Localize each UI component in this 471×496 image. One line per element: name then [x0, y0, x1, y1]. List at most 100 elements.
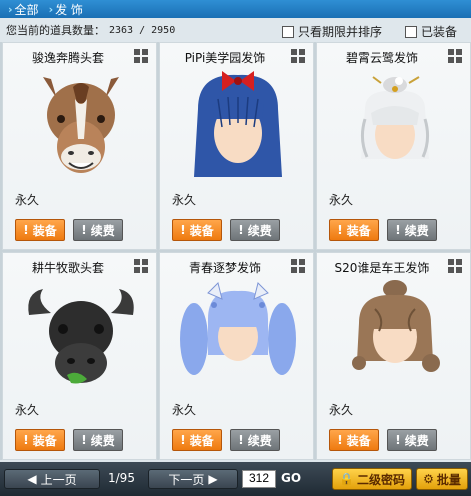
- item-grid: 骏逸奔腾头套 永久 ! 装备 ! 续费 PiPi美学园发饰 永久 ! 装备 ! …: [0, 42, 471, 460]
- details-grid-icon[interactable]: [448, 49, 462, 63]
- details-grid-icon[interactable]: [134, 49, 148, 63]
- exclamation-icon: !: [23, 433, 29, 447]
- filter-expiring-label: 只看期限并排序: [298, 25, 383, 39]
- tab-hair-accessory[interactable]: › 发 饰: [49, 1, 83, 18]
- item-duration: 永久: [15, 403, 40, 417]
- category-tabs: › 全部 › 发 饰: [0, 0, 471, 18]
- white-hair-crane-image: [360, 76, 430, 159]
- details-grid-icon[interactable]: [291, 259, 305, 273]
- tab-label: 全部: [14, 2, 39, 17]
- item-duration: 永久: [15, 193, 40, 207]
- equip-button[interactable]: ! 装备: [15, 429, 65, 451]
- pagination-bar: ◀ 上一页 1/95 下一页 ▶ 312 GO 🔒 二级密码 ⚙ 批量: [0, 462, 471, 496]
- item-card[interactable]: 碧霄云鹭发饰 永久 ! 装备 ! 续费: [316, 42, 471, 250]
- tab-all[interactable]: › 全部: [8, 1, 39, 18]
- item-name: 耕牛牧歌头套: [31, 261, 104, 275]
- filter-equipped-checkbox[interactable]: [405, 25, 417, 38]
- filter-equipped-label: 已装备: [421, 25, 458, 39]
- exclamation-icon: !: [395, 433, 401, 447]
- page-indicator: 1/95: [108, 471, 135, 485]
- blue-hair-bow-image: [194, 71, 282, 177]
- item-count-value: 2363 / 2950: [109, 24, 176, 36]
- prev-page-button[interactable]: ◀ 上一页: [4, 469, 100, 489]
- blue-twintail-hair-image: [180, 282, 296, 375]
- exclamation-icon: !: [23, 223, 29, 237]
- filter-expiring-checkbox[interactable]: [282, 25, 294, 38]
- exclamation-icon: !: [180, 433, 186, 447]
- inventory-window: › 全部 › 发 饰 您当前的道具数量： 2363 / 2950 只看期限并排序 已…: [0, 0, 471, 496]
- exclamation-icon: !: [238, 223, 244, 237]
- item-card[interactable]: 骏逸奔腾头套 永久 ! 装备 ! 续费: [2, 42, 157, 250]
- item-name: 碧霄云鹭发饰: [345, 51, 418, 65]
- item-card[interactable]: 耕牛牧歌头套 永久 ! 装备 ! 续费: [2, 252, 157, 460]
- exclamation-icon: !: [238, 433, 244, 447]
- equip-label: 装备: [346, 433, 371, 448]
- arrow-right-icon: ▶: [208, 472, 218, 486]
- chevron-right-icon: ›: [8, 2, 13, 16]
- equip-button[interactable]: ! 装备: [172, 429, 222, 451]
- equip-button[interactable]: ! 装备: [329, 219, 379, 241]
- tab-label: 发 饰: [55, 2, 83, 17]
- renew-label: 续费: [404, 223, 429, 238]
- item-duration: 永久: [172, 193, 197, 207]
- equip-label: 装备: [346, 223, 371, 238]
- exclamation-icon: !: [337, 433, 343, 447]
- item-name: PiPi美学园发饰: [184, 51, 266, 65]
- exclamation-icon: !: [395, 223, 401, 237]
- exclamation-icon: !: [81, 223, 87, 237]
- exclamation-icon: !: [337, 223, 343, 237]
- item-name: S20谁是车王发饰: [334, 261, 430, 275]
- renew-button[interactable]: ! 续费: [230, 429, 280, 451]
- renew-label: 续费: [404, 433, 429, 448]
- renew-button[interactable]: ! 续费: [230, 219, 280, 241]
- renew-label: 续费: [247, 223, 272, 238]
- horse-mask-image: [43, 77, 119, 173]
- item-card[interactable]: PiPi美学园发饰 永久 ! 装备 ! 续费: [159, 42, 314, 250]
- secondary-password-button[interactable]: 🔒 二级密码: [332, 468, 412, 490]
- filter-expiring-option[interactable]: 只看期限并排序: [282, 23, 382, 40]
- go-button[interactable]: GO: [281, 471, 301, 485]
- renew-button[interactable]: ! 续费: [387, 219, 437, 241]
- gear-icon: ⚙: [423, 472, 434, 486]
- equip-button[interactable]: ! 装备: [329, 429, 379, 451]
- details-grid-icon[interactable]: [291, 49, 305, 63]
- equip-label: 装备: [189, 433, 214, 448]
- renew-button[interactable]: ! 续费: [73, 429, 123, 451]
- item-card[interactable]: S20谁是车王发饰 永久 ! 装备 ! 续费: [316, 252, 471, 460]
- renew-button[interactable]: ! 续费: [387, 429, 437, 451]
- equip-button[interactable]: ! 装备: [15, 219, 65, 241]
- lock-icon: 🔒: [339, 472, 354, 486]
- item-name: 骏逸奔腾头套: [31, 51, 104, 65]
- equip-label: 装备: [32, 223, 57, 238]
- page-number-input[interactable]: 312: [242, 470, 276, 488]
- exclamation-icon: !: [180, 223, 186, 237]
- equip-label: 装备: [32, 433, 57, 448]
- details-grid-icon[interactable]: [448, 259, 462, 273]
- chevron-right-icon: ›: [48, 2, 54, 16]
- renew-label: 续费: [247, 433, 272, 448]
- details-grid-icon[interactable]: [134, 259, 148, 273]
- item-count-label: 您当前的道具数量：: [6, 24, 105, 37]
- ox-mask-image: [28, 289, 134, 384]
- equip-button[interactable]: ! 装备: [172, 219, 222, 241]
- renew-label: 续费: [90, 223, 115, 238]
- exclamation-icon: !: [81, 433, 87, 447]
- item-duration: 永久: [329, 403, 354, 417]
- next-page-label: 下一页: [168, 472, 205, 487]
- item-duration: 永久: [329, 193, 354, 207]
- filter-equipped-option[interactable]: 已装备: [405, 23, 457, 40]
- next-page-button[interactable]: 下一页 ▶: [148, 469, 238, 489]
- secondary-password-label: 二级密码: [356, 472, 405, 487]
- item-name: 青春逐梦发饰: [188, 261, 261, 275]
- prev-page-label: 上一页: [40, 472, 77, 487]
- arrow-left-icon: ◀: [27, 472, 37, 486]
- brown-bun-hair-image: [352, 280, 440, 372]
- renew-label: 续费: [90, 433, 115, 448]
- equip-label: 装备: [189, 223, 214, 238]
- info-bar: 您当前的道具数量： 2363 / 2950 只看期限并排序 已装备: [0, 20, 471, 40]
- item-card[interactable]: 青春逐梦发饰 永久 ! 装备 ! 续费: [159, 252, 314, 460]
- item-duration: 永久: [172, 403, 197, 417]
- batch-label: 批量: [436, 472, 461, 487]
- renew-button[interactable]: ! 续费: [73, 219, 123, 241]
- batch-button[interactable]: ⚙ 批量: [416, 468, 468, 490]
